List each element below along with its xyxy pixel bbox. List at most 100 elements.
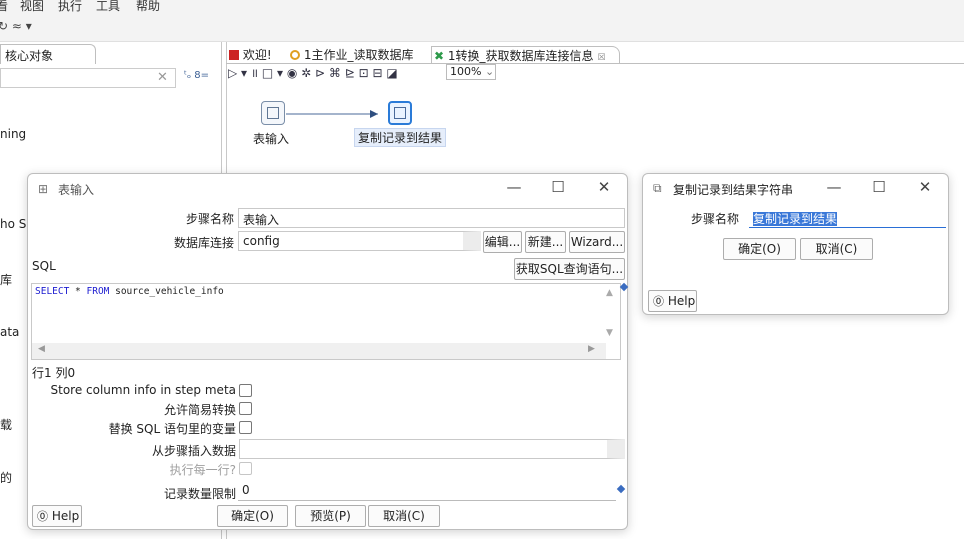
replace-variables-label: 替换 SQL 语句里的变量 [108, 422, 236, 436]
help-icon: ⓪ [37, 510, 48, 523]
minimize-icon[interactable]: — [504, 178, 524, 196]
cancel-button[interactable]: 取消(C) [368, 505, 440, 527]
sql-keyword: SELECT [35, 286, 70, 297]
dialog-title: 复制记录到结果字符串 [673, 183, 794, 197]
preview-button[interactable]: 预览(P) [295, 505, 366, 527]
node-label-table-input: 表输入 [253, 132, 290, 146]
tab-welcome-label: 欢迎! [242, 48, 272, 62]
db-connection-select[interactable]: config [238, 231, 481, 251]
menu-item-run[interactable]: 执行 [58, 0, 82, 14]
tab-transformation[interactable]: ✖ 1转换_获取数据库连接信息 ☒ [431, 46, 621, 64]
edit-connection-button[interactable]: 编辑... [483, 231, 522, 253]
tab-core-objects[interactable]: 核心对象 [0, 44, 96, 64]
tab-core-objects-label: 核心对象 [5, 49, 54, 63]
db-connection-label: 数据库连接 [173, 236, 234, 250]
scroll-right-icon[interactable]: ▶ [588, 344, 595, 354]
tree-item-partial[interactable]: 的 [0, 469, 12, 486]
copy-rows-icon: ⧉ [653, 181, 662, 195]
table-input-dialog: ⊞ 表输入 — ☐ ✕ 步骤名称 表输入 数据库连接 config 编辑... … [27, 173, 629, 530]
close-icon[interactable]: ✕ [915, 178, 935, 196]
cursor-position-status: 行1 列0 [32, 366, 76, 380]
insert-from-step-label: 从步骤插入数据 [151, 444, 236, 458]
limit-field[interactable]: 0 [238, 481, 616, 501]
toolbar-layers-icon[interactable]: ↻ ≈ ▾ [0, 19, 32, 33]
menu-bar: 看 视图 执行 工具 帮助 [0, 0, 964, 14]
tree-item-partial[interactable]: 载 [0, 416, 12, 433]
sql-label: SQL [32, 259, 56, 273]
transformation-icon: ✖ [434, 49, 445, 63]
menu-item-view[interactable]: 视图 [20, 0, 44, 14]
copy-icon [394, 107, 406, 119]
job-icon [290, 50, 300, 60]
tab-main-job[interactable]: 1主作业_读取数据库 [290, 46, 413, 64]
sql-token: * [69, 286, 87, 297]
menu-item-tools[interactable]: 工具 [96, 0, 120, 14]
close-tab-icon[interactable]: ☒ [597, 53, 605, 63]
lazy-conversion-label: 允许简易转换 [163, 403, 236, 417]
wizard-button[interactable]: Wizard... [569, 231, 625, 253]
welcome-icon [229, 50, 239, 60]
horizontal-scrollbar[interactable]: ◀ ▶ [32, 343, 606, 359]
store-column-info-label: Store column info in step meta [50, 383, 237, 397]
help-button-label: Help [667, 294, 696, 308]
tab-transformation-label: 1转换_获取数据库连接信息 [447, 49, 594, 63]
new-connection-button[interactable]: 新建... [525, 231, 566, 253]
cancel-button[interactable]: 取消(C) [800, 238, 873, 260]
tree-expand-icon[interactable]: ᵗₒ 8= [184, 70, 209, 81]
variable-diamond-icon [619, 282, 629, 292]
sql-keyword: FROM [86, 286, 110, 297]
main-toolbar: ↻ ≈ ▾ [0, 14, 964, 42]
chevron-down-icon: ⌄ [484, 65, 495, 78]
menu-item-view-partial[interactable]: 看 [0, 0, 8, 14]
help-icon: ⓪ [653, 295, 664, 308]
step-name-field[interactable]: 表输入 [238, 208, 625, 228]
canvas-toolbar-icons[interactable]: ▷ ▾ ॥ □ ▾ ◉ ✲ ⊳ ⌘ ⊵ ⊡ ⊟ ◪ [228, 66, 398, 80]
scroll-up-icon[interactable]: ▲ [606, 288, 613, 298]
table-input-step-icon[interactable] [261, 101, 285, 125]
tab-welcome[interactable]: 欢迎! [229, 46, 272, 64]
clear-search-icon[interactable]: ✕ [157, 70, 168, 85]
maximize-icon[interactable]: ☐ [869, 178, 889, 196]
close-icon[interactable]: ✕ [594, 178, 614, 196]
zoom-select[interactable]: 100% ⌄ [446, 64, 496, 80]
sql-text: SELECT * FROM source_vehicle_info [35, 286, 224, 297]
copy-rows-dialog: ⧉ 复制记录到结果字符串 — ☐ ✕ 步骤名称 复制记录到结果 确定(O) 取消… [642, 173, 949, 315]
help-button[interactable]: ⓪ Help [32, 505, 82, 527]
step-name-field[interactable]: 复制记录到结果 [749, 208, 946, 228]
store-column-info-checkbox[interactable] [239, 384, 252, 397]
step-name-label: 步骤名称 [185, 212, 234, 226]
lazy-conversion-checkbox[interactable] [239, 402, 252, 415]
menu-item-help[interactable]: 帮助 [136, 0, 160, 14]
tree-item-partial[interactable]: 库 [0, 271, 12, 288]
replace-variables-checkbox[interactable] [239, 421, 252, 434]
ok-button[interactable]: 确定(O) [723, 238, 796, 260]
step-name-label: 步骤名称 [690, 212, 739, 226]
tree-item-partial[interactable]: ning [0, 127, 26, 141]
table-input-icon: ⊞ [38, 182, 49, 196]
step-name-selected-text: 复制记录到结果 [753, 212, 838, 226]
limit-label: 记录数量限制 [163, 487, 236, 501]
tab-main-job-label: 1主作业_读取数据库 [303, 48, 414, 62]
tree-item-partial[interactable]: ata [0, 325, 19, 339]
hop-arrow[interactable] [286, 106, 390, 122]
get-sql-button[interactable]: 获取SQL查询语句... [514, 258, 625, 280]
minimize-icon[interactable]: — [824, 178, 844, 196]
help-button-label: Help [51, 509, 80, 523]
copy-rows-step-icon[interactable] [388, 101, 412, 125]
sql-token: source_vehicle_info [109, 286, 224, 297]
sql-editor[interactable]: SELECT * FROM source_vehicle_info ◀ ▶ ▲ … [31, 283, 621, 360]
variable-diamond-icon [616, 484, 626, 494]
dialog-title: 表输入 [58, 183, 95, 197]
execute-each-row-label: 执行每一行? [169, 463, 236, 477]
scroll-down-icon[interactable]: ▼ [606, 328, 613, 338]
table-grid-icon [267, 107, 279, 119]
maximize-icon[interactable]: ☐ [548, 178, 568, 196]
execute-each-row-checkbox[interactable] [239, 462, 252, 475]
help-button[interactable]: ⓪ Help [648, 290, 697, 312]
steps-search-input[interactable]: ✕ [0, 68, 176, 88]
scroll-left-icon[interactable]: ◀ [38, 344, 45, 354]
node-label-copy-rows: 复制记录到结果 [354, 128, 447, 147]
zoom-value: 100% [450, 65, 482, 78]
ok-button[interactable]: 确定(O) [217, 505, 288, 527]
insert-from-step-select[interactable] [239, 439, 625, 459]
